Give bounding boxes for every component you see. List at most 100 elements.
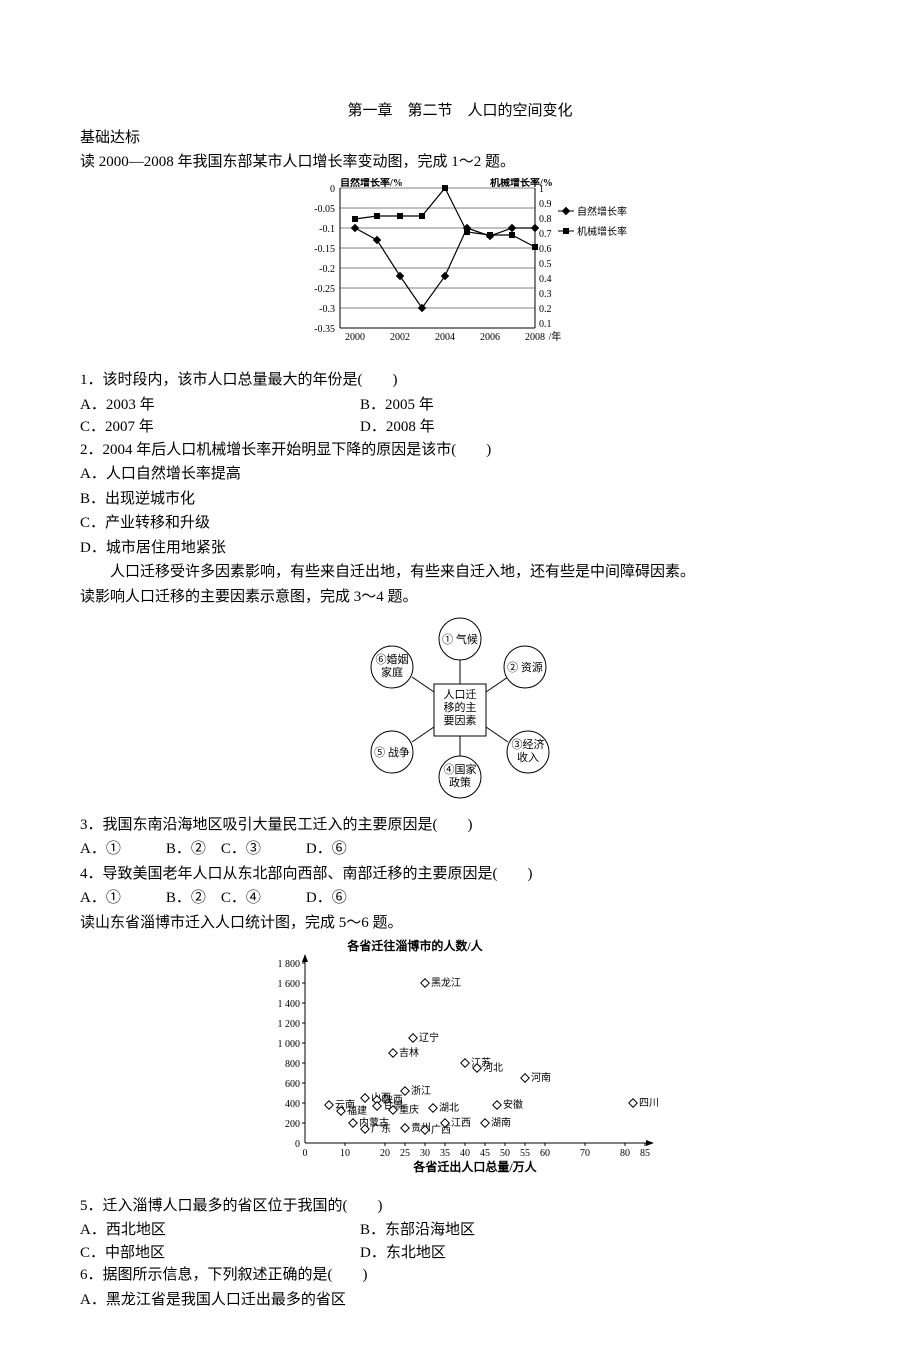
svg-text:人口迁: 人口迁 (444, 688, 477, 701)
svg-text:浙江: 浙江 (411, 1085, 431, 1097)
svg-text:③经济: ③经济 (512, 737, 545, 751)
svg-text:1 000: 1 000 (278, 1039, 301, 1050)
svg-text:自然增长率: 自然增长率 (577, 205, 627, 218)
left-ticks: 0 -0.05 -0.1 -0.15 -0.2 -0.25 -0.3 -0.35 (314, 184, 335, 335)
svg-text:重庆: 重庆 (399, 1103, 419, 1116)
svg-text:家庭: 家庭 (381, 665, 403, 679)
left-axis-label: 自然增长率/% (340, 178, 403, 189)
svg-text:25: 25 (400, 1148, 410, 1159)
svg-text:① 气候: ① 气候 (442, 632, 478, 646)
section-label: 基础达标 (80, 127, 840, 150)
svg-text:600: 600 (285, 1079, 300, 1090)
svg-text:60: 60 (540, 1148, 550, 1159)
question-1-options-ab: A．2003 年 B．2005 年 (80, 394, 840, 417)
svg-text:机械增长率: 机械增长率 (577, 225, 627, 238)
svg-text:35: 35 (440, 1148, 450, 1159)
question-2-option-b: B．出现逆城市化 (80, 488, 840, 511)
svg-text:2006: 2006 (480, 332, 500, 343)
svg-text:50: 50 (500, 1148, 510, 1159)
svg-text:0.9: 0.9 (539, 199, 552, 210)
svg-text:④国家: ④国家 (444, 762, 477, 776)
factors-diagram: 人口迁 移的主 要因素 ① 气候 (80, 612, 840, 810)
svg-text:70: 70 (580, 1148, 590, 1159)
svg-text:2000: 2000 (345, 332, 365, 343)
svg-text:0.5: 0.5 (539, 259, 552, 270)
intro-2a: 人口迁移受许多因素影响，有些来自迁出地，有些来自迁入地，还有些是中间障碍因素。 (80, 561, 840, 584)
svg-text:河北: 河北 (483, 1062, 503, 1074)
question-2-option-c: C．产业转移和升级 (80, 512, 840, 535)
svg-text:广西: 广西 (431, 1124, 451, 1136)
option-a: A．西北地区 (80, 1219, 360, 1242)
question-5-stem: 5．迁入淄博人口最多的省区位于我国的( ) (80, 1195, 840, 1218)
intro-2b: 读影响人口迁移的主要因素示意图，完成 3～4 题。 (80, 586, 840, 609)
svg-text:1 400: 1 400 (278, 999, 301, 1010)
svg-text:-0.1: -0.1 (319, 224, 335, 235)
svg-text:200: 200 (285, 1119, 300, 1130)
svg-text:/年: /年 (549, 330, 562, 343)
svg-text:85: 85 (640, 1148, 650, 1159)
svg-text:45: 45 (480, 1148, 490, 1159)
line-chart: 0 -0.05 -0.1 -0.15 -0.2 -0.25 -0.3 -0.35… (285, 178, 635, 358)
question-4-options: A．① B．② C．④ D．⑥ (80, 887, 840, 910)
svg-text:② 资源: ② 资源 (507, 660, 543, 674)
svg-text:1 800: 1 800 (278, 959, 301, 970)
svg-text:1 200: 1 200 (278, 1019, 301, 1030)
option-c: C．2007 年 (80, 416, 360, 439)
svg-text:-0.15: -0.15 (314, 244, 335, 255)
svg-text:-0.25: -0.25 (314, 284, 335, 295)
svg-text:30: 30 (420, 1148, 430, 1159)
svg-text:80: 80 (620, 1148, 630, 1159)
svg-text:0: 0 (330, 184, 335, 195)
svg-text:湖南: 湖南 (491, 1116, 511, 1129)
chart-1: 0 -0.05 -0.1 -0.15 -0.2 -0.25 -0.3 -0.35… (80, 178, 840, 366)
x-ticks: 2000 2002 2004 2006 2008 /年 (345, 330, 561, 343)
intro-1: 读 2000—2008 年我国东部某市人口增长率变动图，完成 1～2 题。 (80, 151, 840, 174)
svg-text:湖北: 湖北 (439, 1102, 459, 1114)
svg-text:江西: 江西 (451, 1117, 471, 1129)
svg-text:黑龙江: 黑龙江 (431, 976, 461, 989)
svg-text:0.3: 0.3 (539, 289, 552, 300)
question-5-options-cd: C．中部地区 D．东北地区 (80, 1242, 840, 1265)
svg-text:-0.3: -0.3 (319, 304, 335, 315)
question-6-stem: 6．据图所示信息，下列叙述正确的是( ) (80, 1264, 840, 1287)
svg-text:400: 400 (285, 1099, 300, 1110)
svg-text:0.7: 0.7 (539, 229, 552, 240)
option-a: A．2003 年 (80, 394, 360, 417)
option-b: B．2005 年 (360, 394, 434, 417)
chart3-x-ticks: 0 10 20 25 30 35 40 45 50 55 60 70 80 85 (303, 1148, 651, 1159)
chart-3: 各省迁往淄博市的人数/人 1 800 1 600 1 400 1 200 1 0… (80, 938, 840, 1191)
option-b: B．东部沿海地区 (360, 1219, 475, 1242)
svg-text:福建: 福建 (347, 1104, 367, 1117)
svg-text:40: 40 (460, 1148, 470, 1159)
chapter-title: 第一章 第二节 人口的空间变化 (80, 100, 840, 123)
chart3-y-ticks: 1 800 1 600 1 400 1 200 1 000 800 600 40… (278, 959, 301, 1150)
svg-text:10: 10 (340, 1148, 350, 1159)
intro-3: 读山东省淄博市迁入人口统计图，完成 5～6 题。 (80, 912, 840, 935)
question-6-option-a: A．黑龙江省是我国人口迁出最多的省区 (80, 1289, 840, 1312)
question-2-stem: 2．2004 年后人口机械增长率开始明显下降的原因是该市( ) (80, 439, 840, 462)
svg-text:2008: 2008 (525, 332, 545, 343)
svg-text:河南: 河南 (531, 1071, 551, 1084)
svg-text:广东: 广东 (371, 1122, 391, 1135)
option-c: C．中部地区 (80, 1242, 360, 1265)
chart3-title: 各省迁往淄博市的人数/人 (346, 938, 483, 953)
question-1-stem: 1．该时段内，该市人口总量最大的年份是( ) (80, 369, 840, 392)
svg-text:政策: 政策 (449, 775, 471, 789)
svg-text:要因素: 要因素 (444, 714, 477, 727)
question-2-option-a: A．人口自然增长率提高 (80, 463, 840, 486)
svg-text:55: 55 (520, 1148, 530, 1159)
right-ticks: 1 0.9 0.8 0.7 0.6 0.5 0.4 0.3 0.2 0.1 (539, 184, 552, 330)
svg-text:⑤ 战争: ⑤ 战争 (374, 745, 410, 759)
question-2-option-d: D．城市居住用地紧张 (80, 537, 840, 560)
svg-text:收入: 收入 (517, 750, 539, 764)
question-5-options-ab: A．西北地区 B．东部沿海地区 (80, 1219, 840, 1242)
question-3-options: A．① B．② C．③ D．⑥ (80, 838, 840, 861)
svg-text:2002: 2002 (390, 332, 410, 343)
svg-text:1 600: 1 600 (278, 979, 301, 990)
svg-text:0: 0 (295, 1139, 300, 1150)
chart3-x-label: 各省迁出人口总量/万人 (412, 1159, 537, 1174)
scatter-chart: 各省迁往淄博市的人数/人 1 800 1 600 1 400 1 200 1 0… (250, 938, 670, 1183)
svg-text:0.2: 0.2 (539, 304, 552, 315)
svg-text:贵州: 贵州 (411, 1121, 431, 1134)
svg-text:0: 0 (303, 1148, 308, 1159)
